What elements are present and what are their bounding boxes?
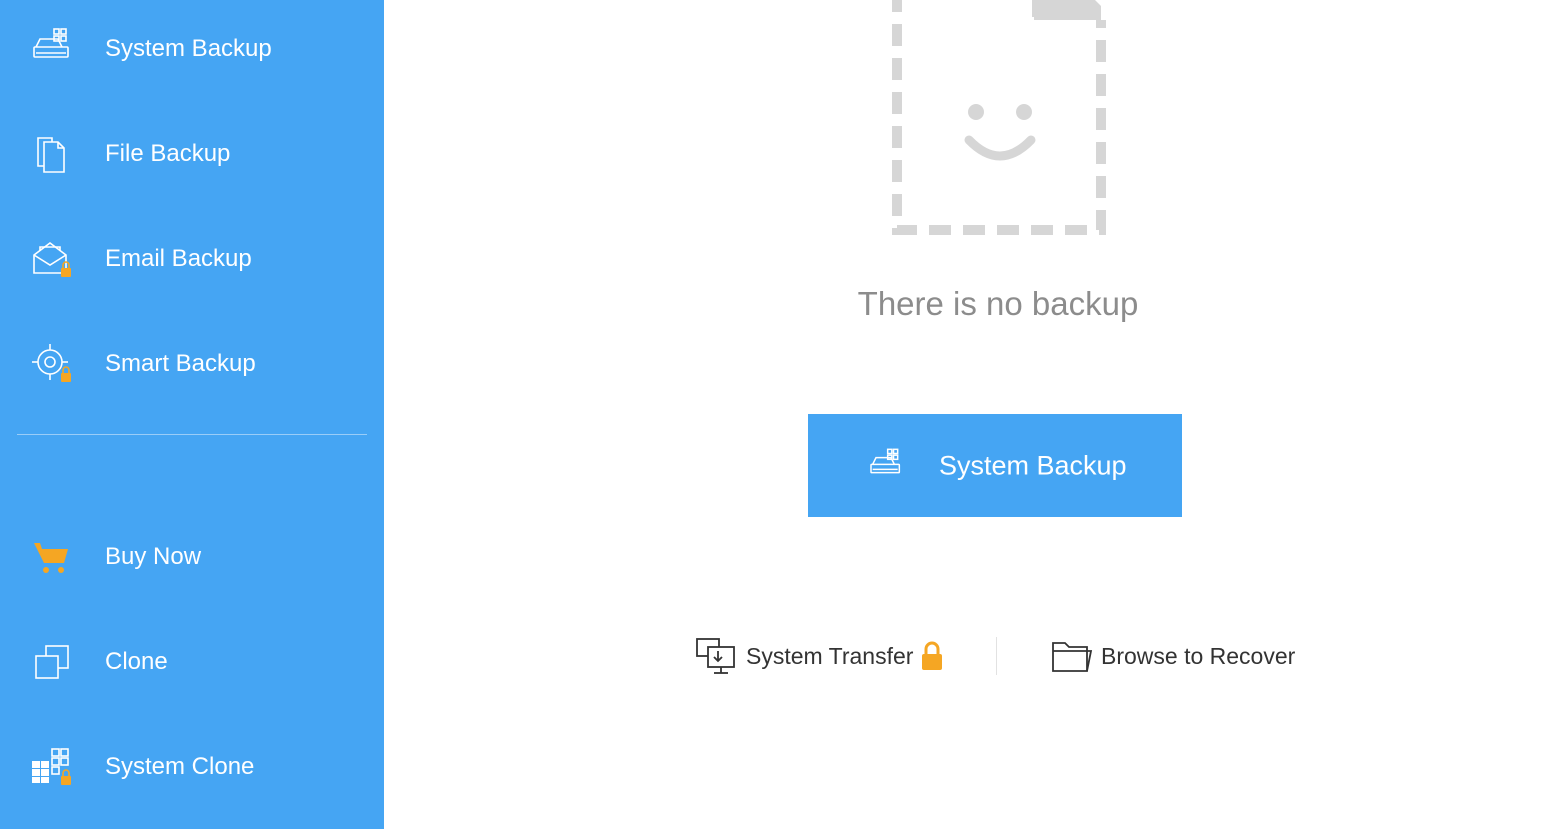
folder-icon — [1052, 642, 1093, 672]
empty-state-message: There is no backup — [857, 285, 1139, 322]
sidebar-item-label: System Clone — [105, 753, 255, 780]
system-transfer-link[interactable]: System Transfer — [694, 628, 943, 684]
email-backup-icon — [33, 242, 71, 277]
sidebar: System Backup File Backup Email Backup S… — [0, 0, 384, 829]
sidebar-item-label: Email Backup — [105, 245, 252, 272]
sidebar-divider — [17, 434, 367, 435]
sidebar-item-file-backup[interactable]: File Backup — [0, 109, 384, 199]
sidebar-item-label: Smart Backup — [105, 350, 256, 377]
sidebar-item-system-clone[interactable]: System Clone — [0, 722, 384, 812]
lock-icon — [922, 641, 943, 670]
cart-icon — [34, 543, 68, 573]
sidebar-item-smart-backup[interactable]: Smart Backup — [0, 319, 384, 409]
system-clone-icon — [32, 748, 71, 785]
sidebar-item-clone[interactable]: Clone — [0, 617, 384, 707]
system-backup-button-label: System Backup — [939, 450, 1127, 480]
system-backup-button[interactable]: System Backup — [808, 414, 1182, 517]
system-backup-icon — [870, 448, 901, 474]
sidebar-item-system-backup[interactable]: System Backup — [0, 4, 384, 94]
file-backup-icon — [37, 137, 65, 173]
sidebar-item-label: System Backup — [105, 35, 272, 62]
system-transfer-label: System Transfer — [746, 642, 914, 669]
sidebar-item-label: File Backup — [105, 140, 231, 167]
sidebar-item-email-backup[interactable]: Email Backup — [0, 214, 384, 304]
empty-document-icon — [892, 0, 1106, 235]
link-divider — [996, 637, 997, 675]
sidebar-item-label: Buy Now — [105, 543, 202, 570]
app-window: System Backup File Backup Email Backup S… — [0, 0, 1565, 829]
system-transfer-icon — [696, 638, 735, 674]
clone-icon — [35, 645, 69, 679]
smart-backup-icon — [32, 344, 71, 382]
sidebar-item-label: Clone — [105, 648, 168, 675]
system-backup-icon — [33, 28, 69, 58]
sidebar-item-buy-now[interactable]: Buy Now — [0, 512, 384, 602]
main-panel: There is no backup System Backup System … — [384, 0, 1565, 829]
browse-to-recover-link[interactable]: Browse to Recover — [1049, 628, 1295, 684]
browse-to-recover-label: Browse to Recover — [1101, 642, 1296, 669]
